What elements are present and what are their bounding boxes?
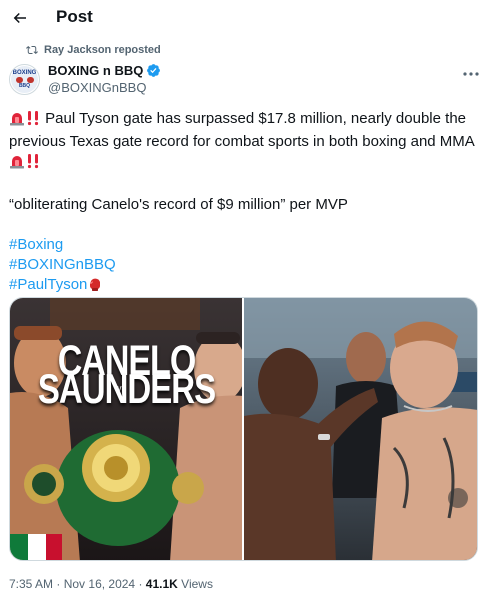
- post-time[interactable]: 7:35 AM: [9, 577, 53, 591]
- repost-text: Ray Jackson reposted: [44, 44, 161, 56]
- author-name[interactable]: BOXING n BBQ: [48, 63, 143, 78]
- author-handle[interactable]: @BOXINGnBBQ: [48, 80, 161, 95]
- verified-badge-icon[interactable]: [146, 63, 161, 78]
- repost-indicator[interactable]: Ray Jackson reposted: [26, 44, 161, 56]
- views-count: 41.1K: [145, 577, 178, 591]
- repost-icon: [26, 45, 38, 55]
- media-image-canelo-saunders-poster[interactable]: CANELO VS SAUNDERS: [10, 298, 242, 560]
- avatar-logo-top-text: BOXING: [12, 70, 37, 76]
- more-horizontal-icon: [463, 72, 479, 76]
- double-exclamation-emoji-icon: [25, 153, 41, 175]
- meta-separator: ·: [56, 577, 61, 591]
- more-options-button[interactable]: [461, 66, 481, 82]
- tweet-line-3: [9, 152, 487, 175]
- tweet-text-line-1: Paul Tyson gate has surpassed $17.8 mill…: [45, 110, 466, 127]
- post-meta: 7:35 AM · Nov 16, 2024 · 41.1K Views: [9, 577, 213, 591]
- poster-title-bottom: SAUNDERS: [37, 365, 216, 412]
- media-grid: CANELO VS SAUNDERS: [9, 297, 478, 561]
- post-date[interactable]: Nov 16, 2024: [64, 577, 135, 591]
- hashtag-link[interactable]: #BOXINGnBBQ: [9, 256, 116, 273]
- tweet-quote: “obliterating Canelo's record of $9 mill…: [9, 196, 348, 213]
- meta-separator: ·: [138, 577, 143, 591]
- boxing-glove-emoji-icon: [87, 276, 103, 298]
- back-button[interactable]: [8, 6, 32, 30]
- media-image-faceoff[interactable]: [244, 298, 477, 560]
- arrow-left-icon: [13, 12, 26, 24]
- double-exclamation-emoji-icon: [25, 110, 41, 132]
- views-label: Views: [181, 577, 213, 591]
- hashtag-link[interactable]: #PaulTyson: [9, 276, 87, 293]
- avatar[interactable]: BOXING BBQ: [9, 64, 40, 95]
- top-bar: Post: [0, 0, 493, 36]
- tweet-line-1: Paul Tyson gate has surpassed $17.8 mill…: [9, 109, 487, 132]
- hashtag-link[interactable]: #Boxing: [9, 236, 63, 253]
- siren-emoji-icon: [9, 110, 25, 132]
- author-block: BOXING n BBQ @BOXINGnBBQ: [48, 63, 161, 95]
- avatar-logo-bottom-text: BBQ: [18, 83, 31, 89]
- tweet-text-line-2: previous Texas gate record for combat sp…: [9, 133, 475, 150]
- siren-emoji-icon: [9, 153, 25, 175]
- page-title: Post: [56, 7, 93, 26]
- tweet-body: Paul Tyson gate has surpassed $17.8 mill…: [9, 109, 487, 298]
- avatar-logo: BOXING BBQ: [11, 66, 38, 93]
